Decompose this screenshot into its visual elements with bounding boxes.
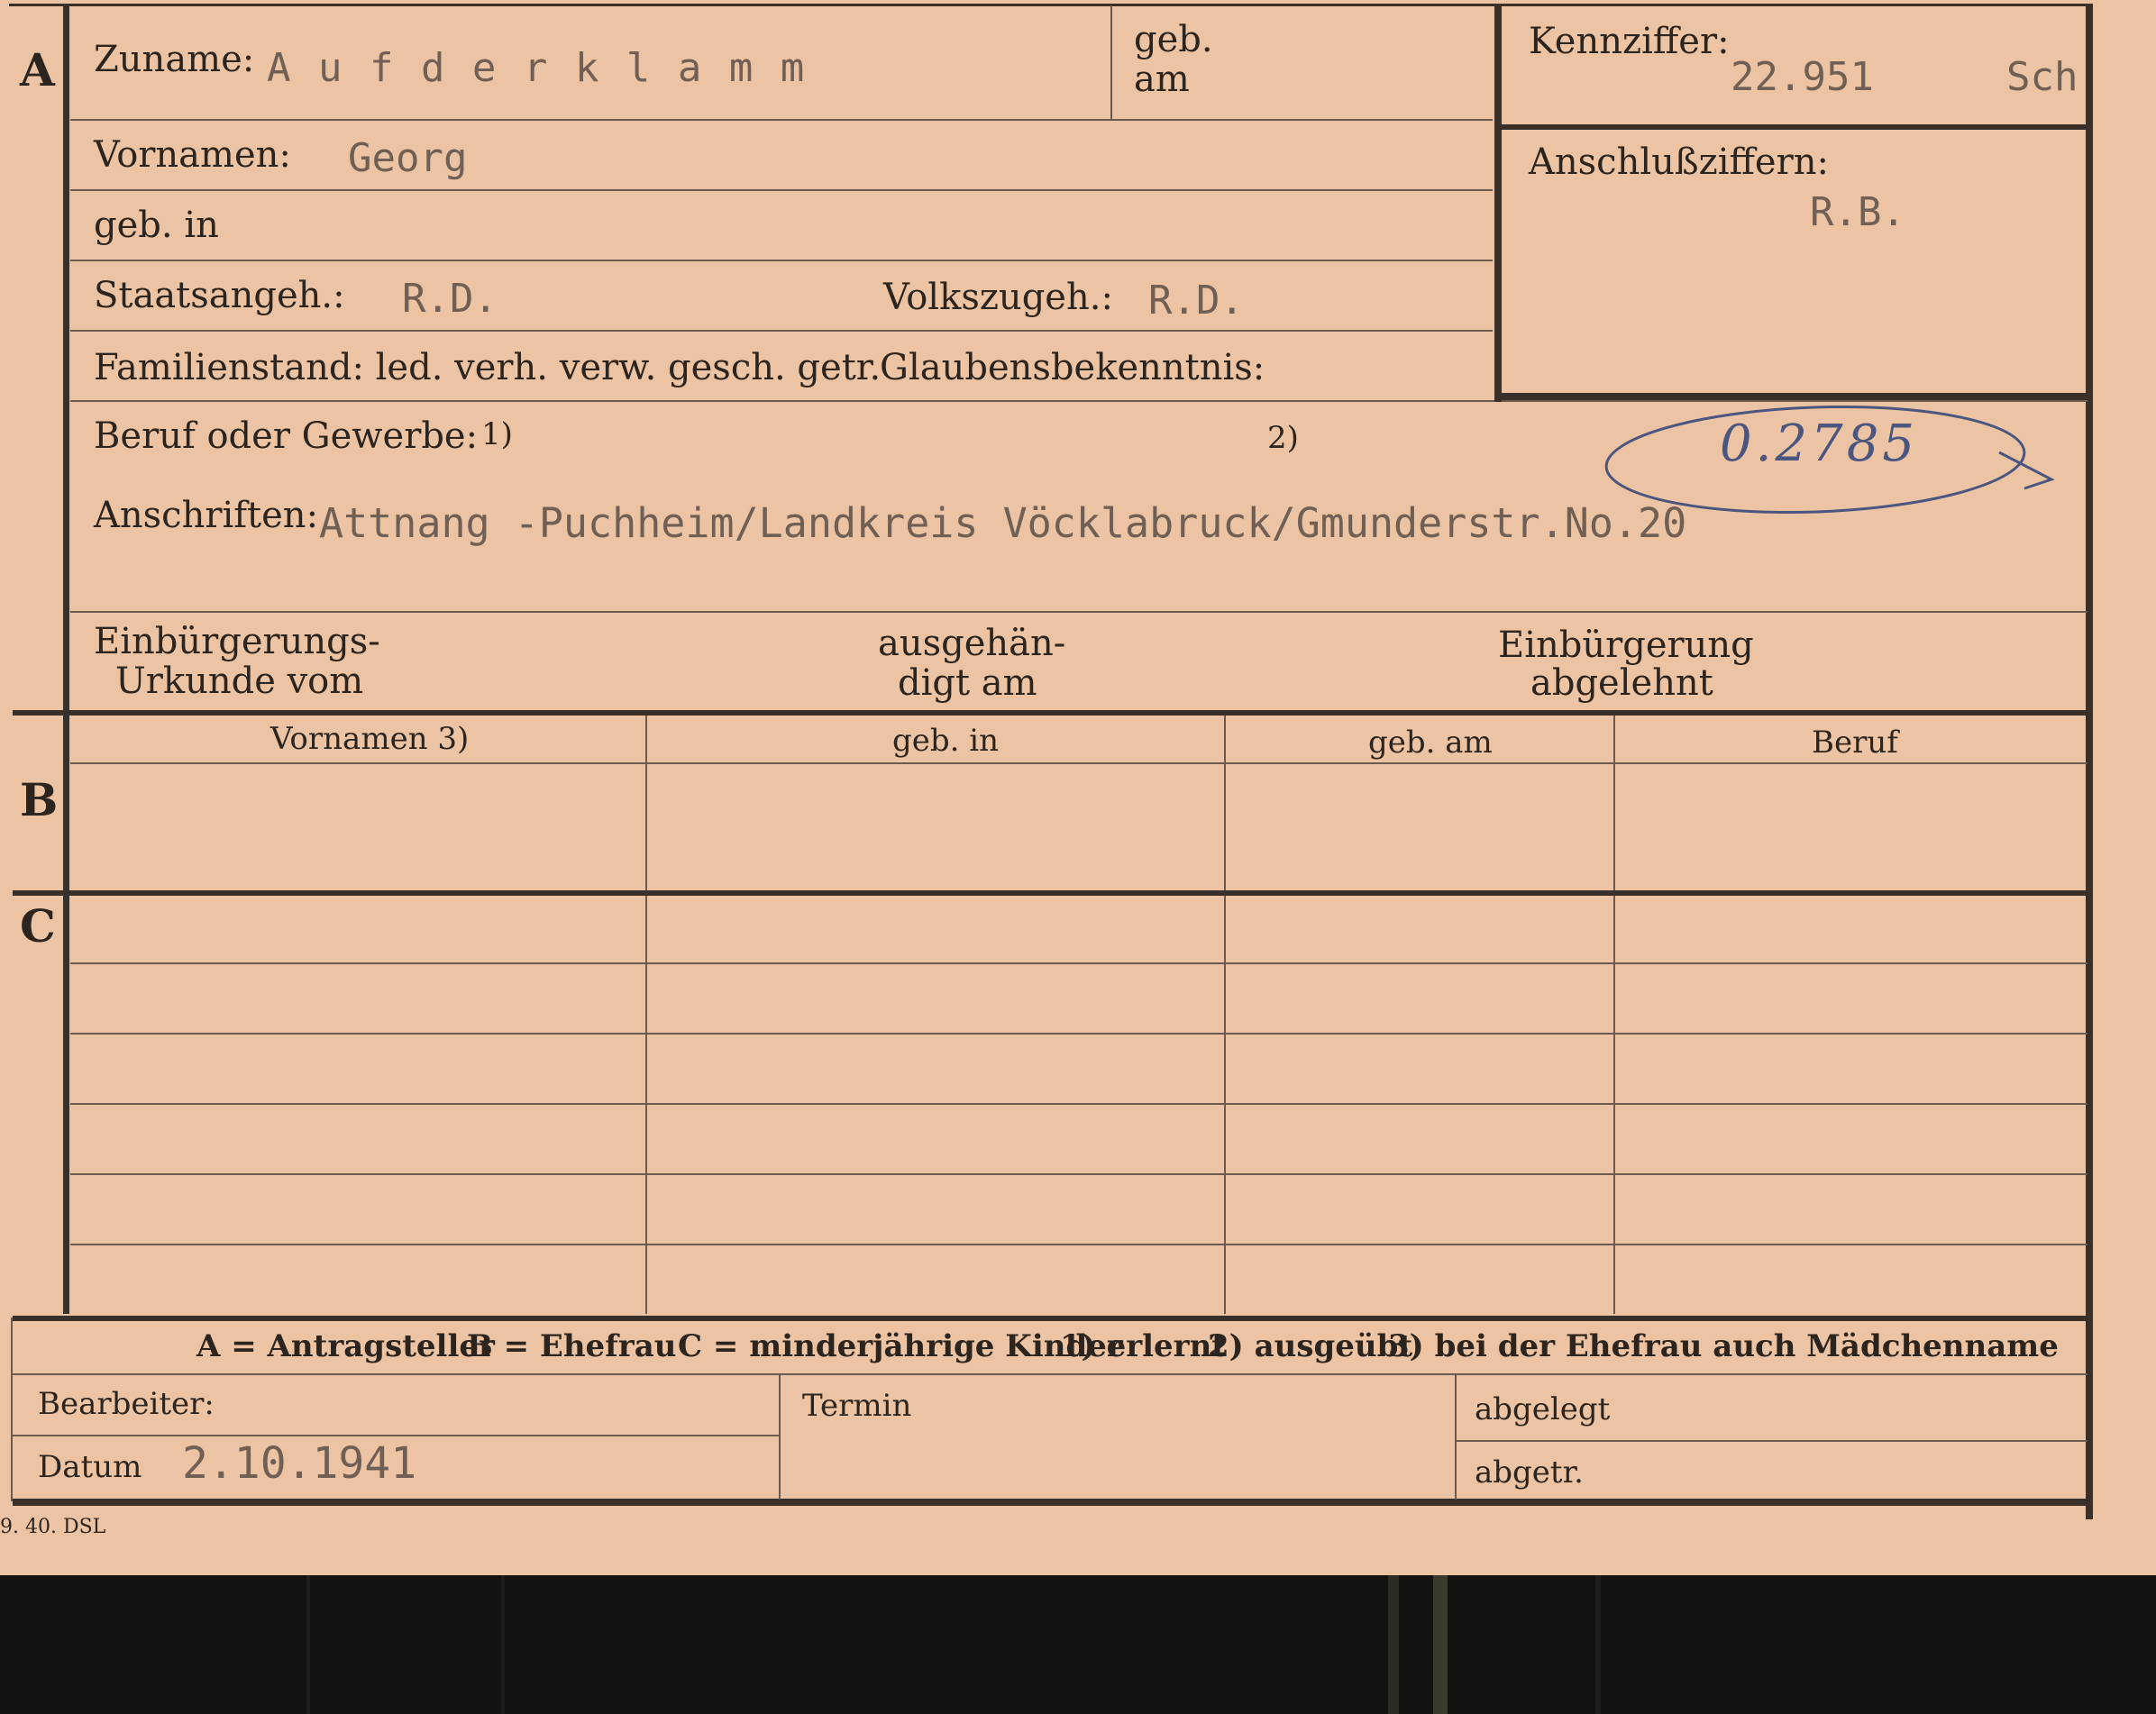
row-rule-2 (70, 189, 1493, 191)
occupation-note-1: 1) (481, 416, 513, 452)
legend-top-rule (13, 1316, 2087, 1321)
legend-applicant: A = Antragsteller (196, 1328, 495, 1364)
footer-col-rule-1 (779, 1375, 781, 1500)
refused-label-2: abgelehnt (1530, 662, 1713, 704)
footer-left-rule (13, 1435, 779, 1436)
scan-band (1595, 1575, 1601, 1714)
surname-birth-divider (1110, 5, 1112, 119)
anschluss-value: R.B. (1810, 189, 1905, 235)
date-value: 2.10.1941 (182, 1438, 417, 1489)
legend-children: C = minderjährige Kinder (678, 1328, 1123, 1364)
scan-background (0, 1575, 2156, 1714)
ethnicity-value: R.D. (1148, 278, 1244, 324)
addresses-value: Attnang -Puchheim/Landkreis Vöcklabruck/… (319, 499, 1687, 547)
birth-date-label-1: geb. (1134, 19, 1213, 60)
given-names-label: Vornamen: (94, 134, 291, 176)
ethnicity-label: Volkszugeh.: (883, 277, 1113, 318)
c-row-rule-4 (70, 1173, 2087, 1175)
frame-right (2086, 4, 2093, 1519)
refused-label-1: Einbürgerung (1498, 625, 1754, 666)
section-bc-rule (13, 890, 2087, 896)
legend-note-1: 1) erlernt (1060, 1328, 1227, 1364)
section-c-letter: C (20, 899, 56, 953)
id-box-mid (1502, 124, 2087, 130)
footer-col-rule-2 (1455, 1375, 1457, 1500)
addresses-label: Anschriften: (94, 495, 319, 536)
b-col-rule-1 (645, 716, 647, 1314)
col-header-birth-date: geb. am (1368, 725, 1493, 761)
frame-left-bar (63, 4, 69, 1314)
kennziffer-suffix: Sch (2006, 54, 2078, 100)
c-row-rule-1 (70, 962, 2087, 964)
legend-wife: B = Ehefrau (467, 1328, 677, 1364)
filed-label: abgelegt (1475, 1391, 1611, 1427)
section-ab-rule (13, 710, 2087, 716)
col-header-occupation: Beruf (1812, 725, 1898, 761)
printer-mark: 9. 40. DSL (0, 1516, 106, 1538)
given-names-value: Georg (348, 135, 468, 181)
handed-label-1: ausgehän- (878, 623, 1066, 664)
c-row-rule-5 (70, 1244, 2087, 1245)
index-card: A B C Zuname: A u f d e r k l a m m geb.… (0, 0, 2156, 1575)
row-rule-3 (70, 260, 1493, 261)
marital-status-label: Familienstand: led. verh. verw. gesch. g… (94, 347, 882, 388)
section-a-letter: A (20, 43, 55, 96)
occupation-note-2: 2) (1267, 420, 1299, 456)
footer-right-rule (1457, 1440, 2087, 1442)
citizenship-value: R.D. (402, 276, 498, 322)
legend-note-2: 2) ausgeübt (1208, 1328, 1413, 1364)
cert-label-1: Einbürgerungs- (94, 621, 380, 662)
legend-note-3: 3) bei der Ehefrau auch Mädchenname (1388, 1328, 2059, 1364)
frame-left-edge (11, 1317, 13, 1501)
kennziffer-value: 22.951 (1731, 54, 1874, 100)
date-label: Datum (38, 1449, 142, 1485)
c-row-rule-3 (70, 1103, 2087, 1105)
religion-label: Glaubensbekenntnis: (880, 347, 1265, 388)
anschluss-label: Anschlußziffern: (1529, 141, 1829, 183)
b-header-rule (70, 762, 2087, 764)
removed-label: abgetr. (1475, 1454, 1584, 1491)
scan-band (501, 1575, 505, 1714)
cert-label-2: Urkunde vom (115, 661, 364, 702)
surname-value: A u f d e r k l a m m (267, 45, 807, 91)
clerk-label: Bearbeiter: (38, 1386, 215, 1422)
scan-band (1433, 1575, 1448, 1714)
id-box-left (1494, 5, 1502, 402)
kennziffer-label: Kennziffer: (1529, 21, 1730, 62)
col-header-birthplace: geb. in (892, 723, 1000, 759)
b-col-rule-2 (1224, 716, 1226, 1314)
row-rule-4 (70, 330, 1493, 332)
frame-bottom (13, 1499, 2093, 1506)
legend-bottom-rule (13, 1373, 2087, 1375)
col-header-given-names: Vornamen 3) (270, 721, 470, 757)
birth-date-label-2: am (1134, 59, 1190, 100)
surname-label: Zuname: (94, 39, 255, 80)
birthplace-label: geb. in (94, 205, 219, 246)
section-b-letter: B (20, 773, 59, 826)
row-rule-1 (70, 119, 1493, 121)
row-rule-6 (70, 611, 2087, 613)
b-col-rule-3 (1613, 716, 1615, 1314)
scan-band (1388, 1575, 1399, 1714)
frame-top (9, 4, 2093, 6)
deadline-label: Termin (802, 1388, 912, 1424)
scan-band (306, 1575, 310, 1714)
handed-label-2: digt am (898, 662, 1037, 704)
handwritten-number: 0.2785 (1720, 415, 1918, 473)
occupation-label: Beruf oder Gewerbe: (94, 415, 479, 457)
citizenship-label: Staatsangeh.: (94, 275, 345, 316)
c-row-rule-2 (70, 1033, 2087, 1035)
